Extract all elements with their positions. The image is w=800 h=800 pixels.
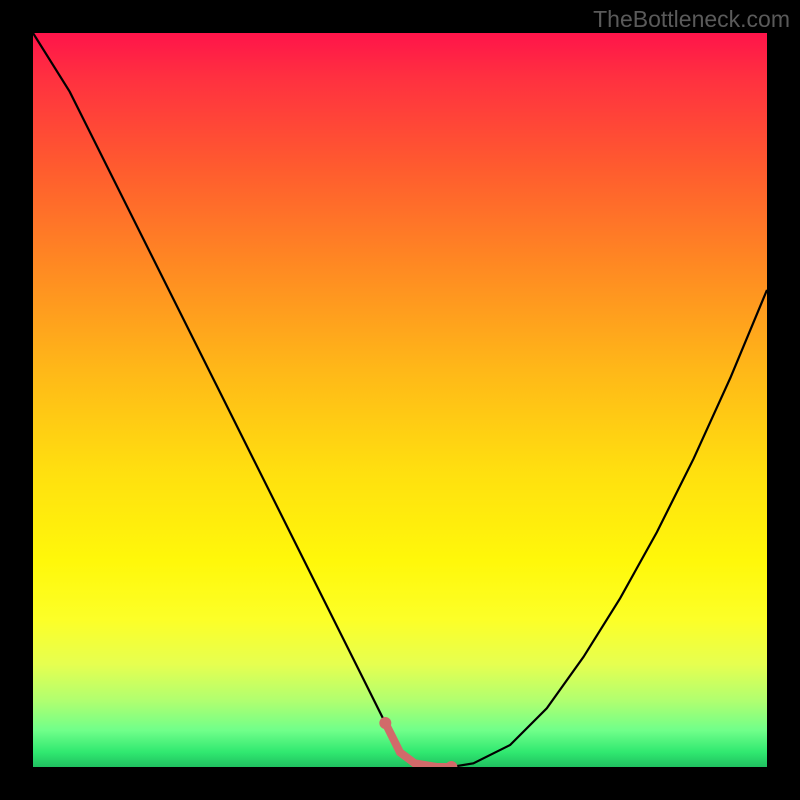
chart-plot-area xyxy=(33,33,767,767)
watermark-text: TheBottleneck.com xyxy=(593,6,790,33)
bottleneck-curve xyxy=(33,33,767,767)
